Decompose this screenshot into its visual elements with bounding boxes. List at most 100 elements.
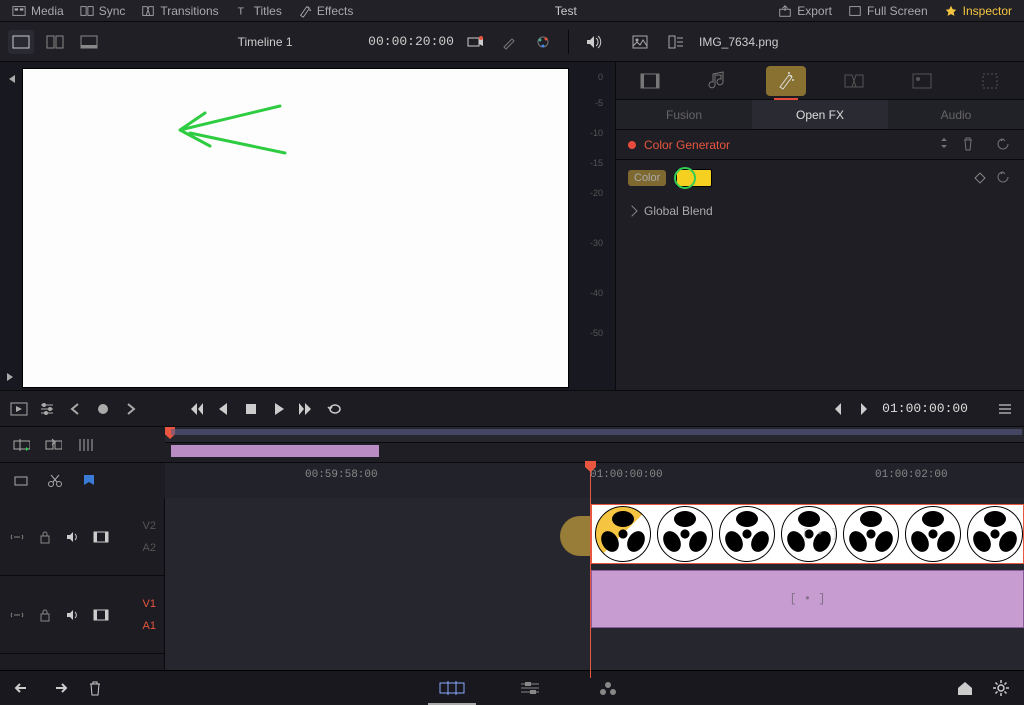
settings-sliders-icon[interactable] [38, 400, 56, 418]
project-title: Test [361, 4, 770, 18]
view-mode-single[interactable] [8, 30, 34, 54]
image-tab-icon[interactable] [902, 66, 942, 96]
cut-page-icon[interactable] [428, 676, 476, 700]
link-icon[interactable] [8, 528, 26, 546]
toggle-source-icon[interactable] [10, 400, 28, 418]
clip-handle-icon[interactable]: [ • ] [789, 592, 825, 606]
razor-tool-icon[interactable] [46, 472, 64, 490]
edit-page-icon[interactable] [506, 676, 554, 700]
video-enable-icon[interactable] [92, 528, 110, 546]
color-wheel-icon[interactable] [530, 30, 556, 54]
transport-bar: 01:00:00:00 [0, 390, 1024, 426]
effects-tab-icon[interactable] [766, 66, 806, 96]
selection-tool-icon[interactable] [12, 472, 30, 490]
link-icon[interactable] [8, 606, 26, 624]
menu-icon[interactable] [996, 400, 1014, 418]
audio-tab-icon[interactable] [698, 66, 738, 96]
mark-in-icon[interactable] [828, 400, 846, 418]
view-mode-dual[interactable] [42, 30, 68, 54]
volume-icon[interactable] [581, 30, 607, 54]
clip-thumbnail-icon [843, 506, 899, 562]
track-v1-label[interactable]: V1 [143, 598, 156, 610]
lock-icon[interactable] [36, 528, 54, 546]
viewer-canvas[interactable] [22, 68, 569, 388]
track-header-v2a2[interactable]: V2 A2 [0, 498, 164, 576]
fusion-subtab[interactable]: Fusion [616, 100, 752, 129]
next-edit-icon[interactable] [6, 372, 16, 382]
track-header-v1a1[interactable]: V1 A1 [0, 576, 164, 654]
effect-header[interactable]: Color Generator [616, 130, 1024, 160]
view-mode-cinema[interactable] [76, 30, 102, 54]
video-enable-icon[interactable] [92, 606, 110, 624]
timeline-playhead[interactable] [590, 463, 591, 498]
audio-subtab[interactable]: Audio [888, 100, 1024, 129]
video-clip-v1[interactable]: [ • ] [591, 504, 1024, 564]
loop-icon[interactable] [326, 400, 344, 418]
track-content-area[interactable]: [ • ] [ • ] [165, 498, 1024, 678]
transition-tab-icon[interactable] [834, 66, 874, 96]
redo-icon[interactable] [50, 679, 68, 697]
effect-enable-dot[interactable] [628, 141, 636, 149]
next-icon[interactable] [122, 400, 140, 418]
magic-wand-icon[interactable] [496, 30, 522, 54]
timeline-ruler[interactable]: 00:59:58:00 01:00:00:00 01:00:02:00 [165, 463, 1024, 498]
delete-icon[interactable] [86, 679, 104, 697]
global-blend-section[interactable]: Global Blend [616, 196, 1024, 226]
titles-tab[interactable]: TTitles [227, 0, 290, 22]
prev-edit-icon[interactable] [6, 74, 16, 84]
stop-icon[interactable] [242, 400, 260, 418]
settings-gear-icon[interactable] [992, 679, 1010, 697]
file-tab-icon[interactable] [970, 66, 1010, 96]
timeline-name[interactable]: Timeline 1 [110, 35, 360, 49]
color-swatch[interactable] [676, 169, 712, 187]
prev-icon[interactable] [66, 400, 84, 418]
transitions-tab[interactable]: Transitions [133, 0, 226, 22]
speaker-icon[interactable] [64, 528, 82, 546]
effects-tab[interactable]: Effects [290, 0, 361, 22]
goto-start-icon[interactable] [186, 400, 204, 418]
ripple-mode-icon[interactable] [76, 436, 94, 454]
overview-clip[interactable] [171, 445, 379, 457]
clip-thumbnail-icon [595, 506, 651, 562]
video-tab-icon[interactable] [630, 66, 670, 96]
marker-tool-icon[interactable] [80, 472, 98, 490]
reset-param-icon[interactable] [996, 170, 1012, 186]
fullscreen-button[interactable]: Full Screen [840, 0, 936, 22]
track-v2-label[interactable]: V2 [143, 520, 156, 532]
step-back-icon[interactable] [214, 400, 232, 418]
expand-icon[interactable] [938, 137, 954, 153]
home-icon[interactable] [956, 679, 974, 697]
mark-out-icon[interactable] [856, 400, 874, 418]
insert-mode-icon[interactable] [12, 436, 30, 454]
overwrite-mode-icon[interactable] [44, 436, 62, 454]
play-icon[interactable] [270, 400, 288, 418]
media-tab[interactable]: Media [4, 0, 72, 22]
playhead-line[interactable] [590, 498, 591, 678]
export-icon [778, 4, 792, 18]
color-page-icon[interactable] [584, 676, 632, 700]
image-icon[interactable] [627, 30, 653, 54]
lock-icon[interactable] [36, 606, 54, 624]
track-a2-label[interactable]: A2 [143, 542, 156, 554]
playhead-timecode[interactable]: 01:00:00:00 [882, 401, 968, 416]
goto-end-icon[interactable] [298, 400, 316, 418]
undo-icon[interactable] [14, 679, 32, 697]
record-icon[interactable] [94, 400, 112, 418]
trash-icon[interactable] [962, 137, 978, 153]
openfx-subtab[interactable]: Open FX [752, 100, 888, 129]
bottom-bar [0, 670, 1024, 704]
camera-icon[interactable] [462, 30, 488, 54]
speaker-icon[interactable] [64, 606, 82, 624]
audio-clip-a1[interactable]: [ • ] [591, 570, 1024, 628]
export-button[interactable]: Export [770, 0, 840, 22]
metadata-icon[interactable] [663, 30, 689, 54]
overview-ruler[interactable] [165, 427, 1024, 462]
clip-handle-icon[interactable]: [ • ] [802, 527, 838, 541]
sync-tab[interactable]: Sync [72, 0, 134, 22]
keyframe-diamond-icon[interactable] [974, 172, 985, 183]
inspector-subtabs: Fusion Open FX Audio [616, 100, 1024, 130]
titles-icon: T [235, 4, 249, 18]
reset-icon[interactable] [996, 137, 1012, 153]
track-a1-label[interactable]: A1 [143, 620, 156, 632]
inspector-button[interactable]: Inspector [936, 0, 1020, 22]
